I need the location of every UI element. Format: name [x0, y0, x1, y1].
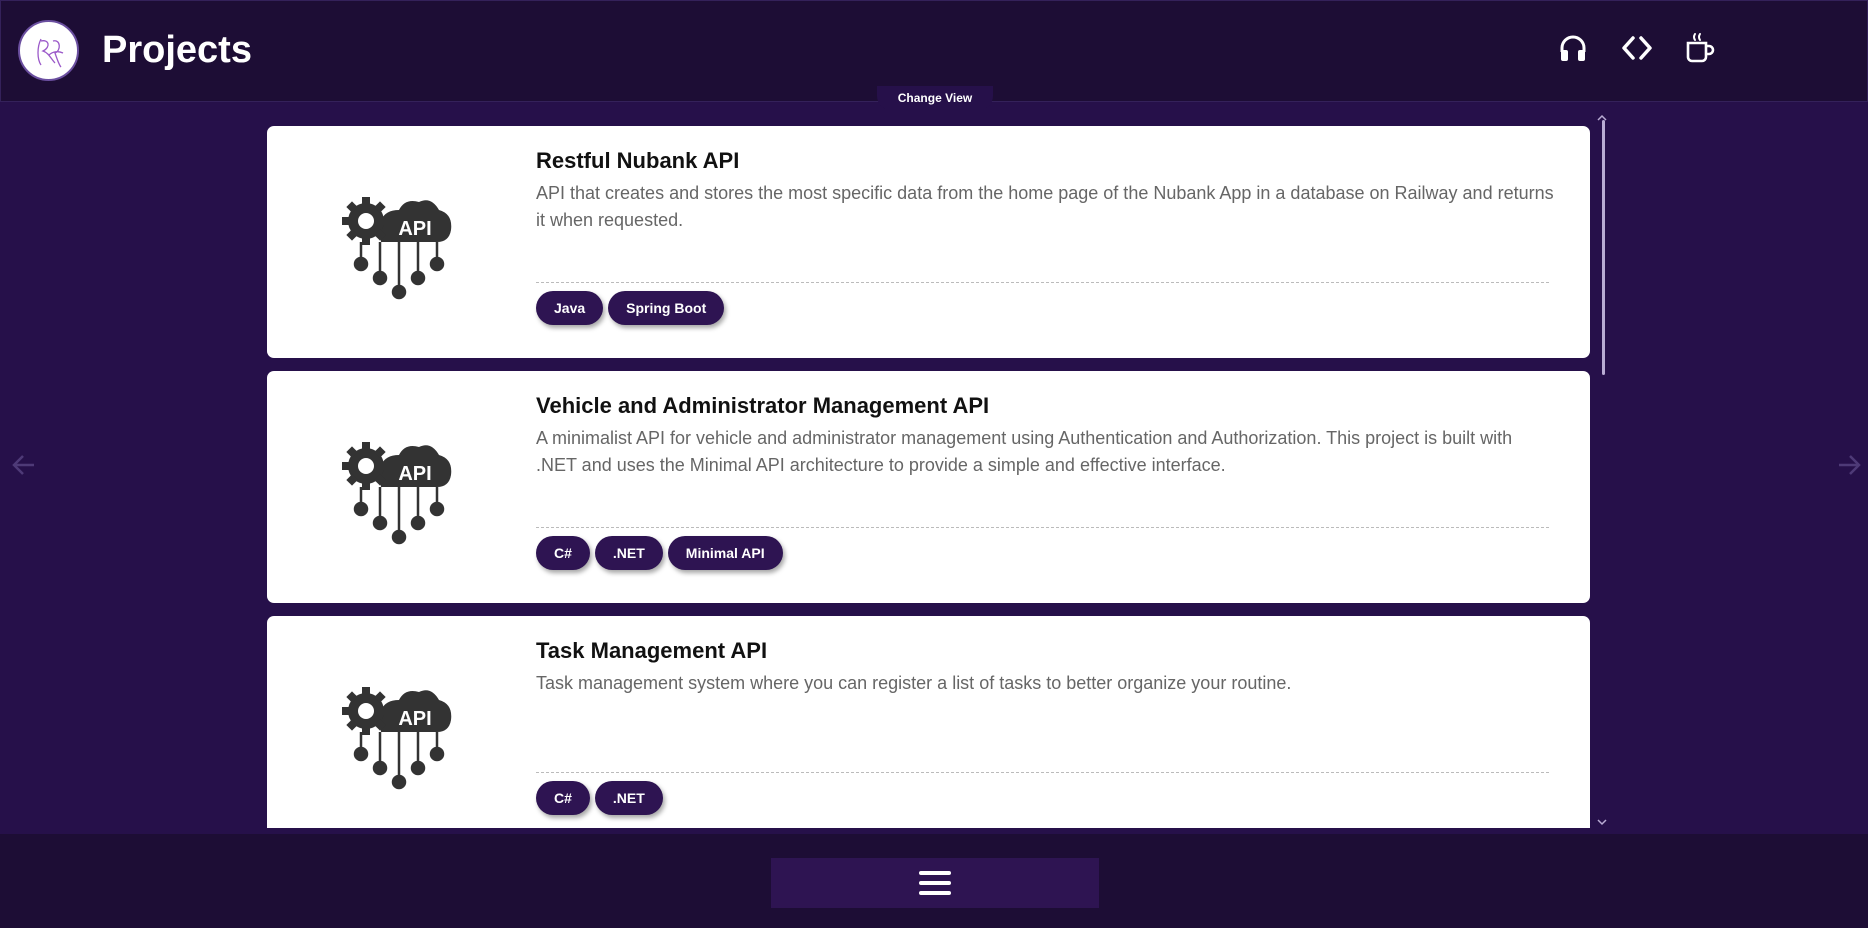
signature-logo-icon[interactable]: [18, 20, 79, 81]
change-view-button[interactable]: Change View: [877, 86, 993, 110]
tag: .NET: [594, 781, 663, 815]
api-icon-label: API: [398, 708, 431, 730]
arrow-right-icon[interactable]: [1834, 450, 1864, 480]
tag: C#: [536, 781, 590, 815]
project-title: Restful Nubank API: [536, 148, 740, 173]
tag-list: C# .NET: [536, 781, 663, 815]
tag: C#: [536, 536, 590, 570]
code-icon[interactable]: [1620, 31, 1654, 65]
project-description: A minimalist API for vehicle and adminis…: [536, 428, 1513, 475]
tag: Spring Boot: [608, 291, 725, 325]
headphones-icon[interactable]: [1556, 31, 1590, 65]
api-cloud-gear-icon: API: [342, 687, 452, 790]
project-description: Task management system where you can reg…: [536, 673, 1292, 693]
scroll-down-arrow[interactable]: [1596, 816, 1608, 828]
tag-list: C# .NET Minimal API: [536, 536, 783, 570]
hamburger-menu-icon: [919, 871, 951, 895]
api-icon-label: API: [398, 463, 431, 485]
card-divider: [536, 772, 1549, 773]
coffee-cup-icon[interactable]: [1683, 31, 1717, 65]
project-card[interactable]: API Restful Nubank API API that creates …: [267, 126, 1590, 358]
project-list[interactable]: API Restful Nubank API API that creates …: [267, 126, 1590, 828]
card-divider: [536, 527, 1549, 528]
page-title: Projects: [102, 29, 252, 71]
arrow-left-icon[interactable]: [9, 450, 39, 480]
project-description: API that creates and stores the most spe…: [536, 183, 1554, 230]
scrollbar-thumb[interactable]: [1602, 120, 1605, 375]
tag: Java: [536, 291, 604, 325]
card-divider: [536, 282, 1549, 283]
tag-list: Java Spring Boot: [536, 291, 725, 325]
api-cloud-gear-icon: API: [342, 442, 452, 545]
api-icon-label: API: [398, 218, 431, 240]
tag: .NET: [594, 536, 663, 570]
api-cloud-gear-icon: API: [342, 197, 452, 300]
project-card[interactable]: API Task Management API Task management …: [267, 616, 1590, 828]
project-title: Vehicle and Administrator Management API: [536, 393, 990, 418]
tag: Minimal API: [667, 536, 783, 570]
menu-button[interactable]: [771, 858, 1099, 908]
project-title: Task Management API: [536, 638, 768, 663]
project-card[interactable]: API Vehicle and Administrator Management…: [267, 371, 1590, 603]
